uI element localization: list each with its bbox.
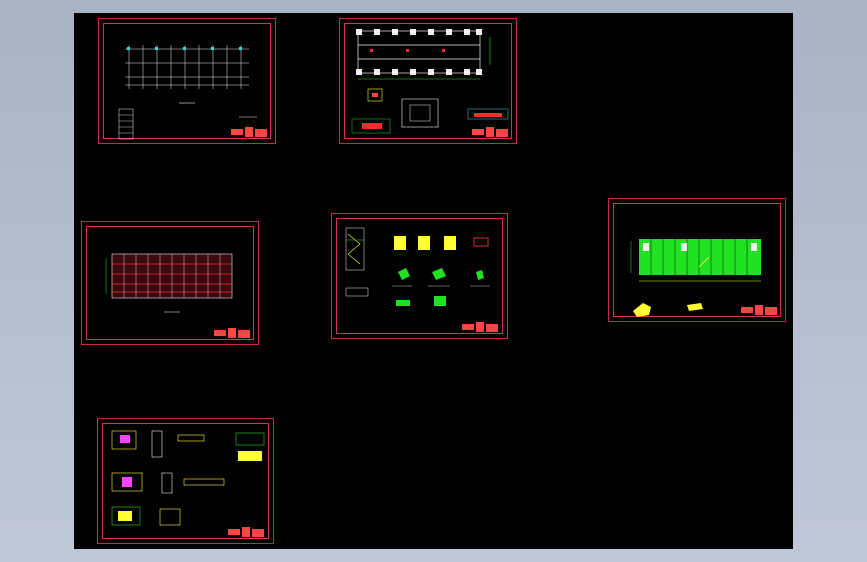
- drawing-sheet-1[interactable]: [98, 18, 276, 144]
- drawing-canvas[interactable]: [74, 13, 793, 549]
- sheet-1-plan-drawing: [118, 45, 267, 140]
- sheet-2-foundation-drawing: [351, 29, 509, 137]
- drawing-sheet-5[interactable]: [608, 198, 786, 322]
- sheet-5-elevation-drawing: [630, 239, 777, 317]
- sheet-3-floor-plan-drawing: [105, 253, 250, 338]
- sheet-6-node-detail-drawing: [111, 430, 265, 537]
- drawing-sheet-3[interactable]: [81, 221, 259, 345]
- drawing-sheet-6[interactable]: [97, 418, 274, 544]
- sheet-4-detail-drawing: [345, 227, 498, 332]
- drawing-sheet-2[interactable]: [339, 18, 517, 144]
- drawing-sheet-4[interactable]: [331, 213, 508, 339]
